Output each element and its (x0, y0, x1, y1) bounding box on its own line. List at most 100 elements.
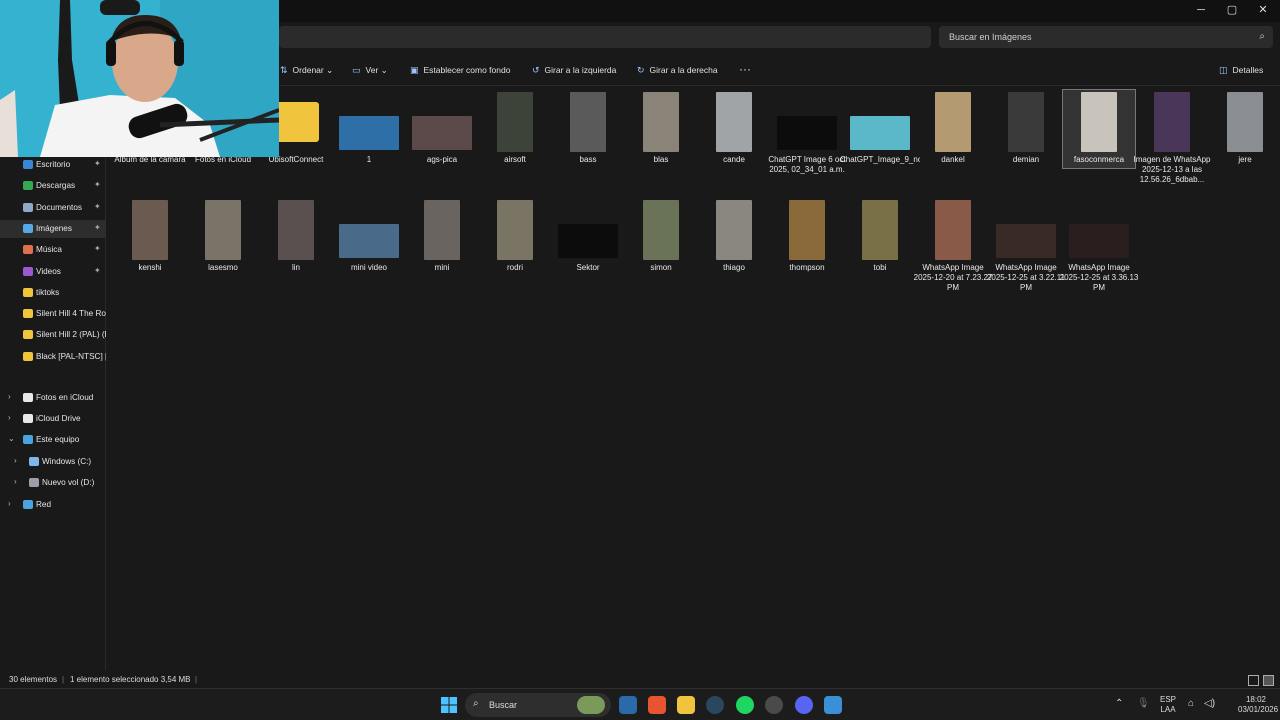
details-view-button[interactable] (1248, 675, 1259, 686)
tree-item-4[interactable]: › Nuevo vol (D:) (0, 474, 106, 492)
show-hidden-icons-button[interactable]: ⌃ (1115, 699, 1123, 709)
file-item[interactable]: lasesmo (187, 198, 259, 276)
chevron-icon[interactable]: › (8, 499, 11, 508)
minimize-button[interactable]: ─ (1186, 2, 1216, 18)
file-name: ChatGPT_Image_9_nov_2025_16_39_30 (840, 155, 920, 164)
thumbnail-view-button[interactable] (1263, 675, 1274, 686)
selection-info: 1 elemento seleccionado 3,54 MB (70, 675, 191, 684)
file-item[interactable]: airsoft (479, 90, 551, 168)
image-thumbnail (1081, 92, 1117, 152)
search-input[interactable]: Buscar en Imágenes ⌕ (939, 26, 1273, 48)
more-options-button[interactable]: ··· (739, 62, 751, 76)
file-item[interactable]: 1 (333, 90, 405, 168)
sidebar-item-1[interactable]: Descargas ✦ (0, 177, 106, 195)
file-item[interactable]: Imagen de WhatsApp 2025-12-13 a las 12.5… (1134, 90, 1210, 184)
file-item[interactable]: cande (698, 90, 770, 168)
chevron-icon[interactable]: › (14, 477, 17, 486)
task-view-icon[interactable] (619, 696, 637, 714)
taskbar-search[interactable]: ⌕ Buscar (465, 693, 611, 717)
address-bar[interactable] (279, 26, 931, 48)
sidebar-item-8[interactable]: Silent Hill 2 (PAL) (E (0, 326, 106, 344)
network-icon (23, 500, 33, 509)
tree-item-2[interactable]: ⌄ Este equipo (0, 431, 106, 449)
file-item[interactable]: thiago (698, 198, 770, 276)
search-icon: ⌕ (1259, 31, 1265, 42)
sidebar-item-2[interactable]: Documentos ✦ (0, 199, 106, 217)
file-item[interactable]: WhatsApp Image 2025-12-25 at 3.22.11 PM (987, 198, 1065, 292)
volume-icon[interactable]: ◁) (1204, 699, 1215, 709)
file-item[interactable]: ChatGPT Image 6 oct 2025, 02_34_01 a.m. (768, 90, 846, 174)
discord-icon[interactable] (795, 696, 813, 714)
sidebar-item-7[interactable]: Silent Hill 4 The Ro (0, 305, 106, 323)
sidebar-item-9[interactable]: Black [PAL-NTSC] [ (0, 348, 106, 366)
tree-item-1[interactable]: › iCloud Drive (0, 410, 106, 428)
rotate-left-button[interactable]: ↺ Girar a la izquierda (532, 65, 616, 76)
spotify-icon[interactable] (736, 696, 754, 714)
sidebar-item-label: Imágenes (36, 223, 72, 233)
file-item[interactable]: ags-pica (406, 90, 478, 168)
file-item[interactable]: thompson (771, 198, 843, 276)
chevron-icon[interactable]: › (8, 413, 11, 422)
search-highlight-icon (577, 696, 605, 714)
sidebar-item-5[interactable]: Videos ✦ (0, 263, 106, 281)
file-item[interactable]: lin (260, 198, 332, 276)
sidebar-item-4[interactable]: Música ✦ (0, 241, 106, 259)
steam-icon[interactable] (706, 696, 724, 714)
file-item[interactable]: Sektor (552, 198, 624, 276)
sort-button[interactable]: ⇅ Ordenar ⌄ (280, 65, 333, 76)
image-thumbnail (850, 116, 910, 150)
file-explorer-icon[interactable] (677, 696, 695, 714)
file-item[interactable]: rodri (479, 198, 551, 276)
view-button[interactable]: ▭ Ver ⌄ (352, 65, 388, 76)
chevron-icon[interactable]: › (8, 392, 11, 401)
file-item[interactable]: simon (625, 198, 697, 276)
tree-item-label: Nuevo vol (D:) (42, 478, 95, 487)
sidebar-item-3[interactable]: Imágenes ✦ (0, 219, 106, 238)
notepad-icon[interactable] (824, 696, 842, 714)
tree-item-5[interactable]: › Red (0, 496, 106, 514)
tree-item-3[interactable]: › Windows (C:) (0, 453, 106, 471)
brave-icon[interactable] (648, 696, 666, 714)
file-name: kenshi (138, 263, 162, 272)
details-button[interactable]: ◫ Detalles (1219, 65, 1263, 76)
set-background-button[interactable]: ▣ Establecer como fondo (410, 65, 510, 76)
maximize-button[interactable]: ▢ (1217, 2, 1247, 18)
file-item[interactable]: bass (552, 90, 624, 168)
tree-item-0[interactable]: › Fotos en iCloud (0, 389, 106, 407)
set-background-label: Establecer como fondo (423, 65, 511, 75)
image-thumbnail (935, 92, 971, 152)
file-item[interactable]: tobi (844, 198, 916, 276)
file-item[interactable]: jere (1209, 90, 1280, 168)
sidebar-item-0[interactable]: Escritorio ✦ (0, 156, 106, 174)
item-count: 30 elementos (9, 675, 58, 684)
start-button[interactable] (440, 696, 458, 714)
network-icon[interactable]: ⌂ (1188, 699, 1194, 709)
file-item[interactable]: ChatGPT_Image_9_nov_2025_16_39_30 (840, 90, 920, 168)
download-icon (23, 181, 33, 191)
taskbar: ⌕ Buscar ⌃ 🎙 ESP LAA ⌂ ◁) 18:02 03/01/20… (0, 688, 1280, 720)
tree-item-label: Red (36, 500, 52, 509)
file-item[interactable]: WhatsApp Image 2025-12-25 at 3.36.13 PM (1060, 198, 1138, 292)
file-name: WhatsApp Image 2025-12-20 at 7.23.27 PM (913, 263, 993, 292)
file-item[interactable]: demian (990, 90, 1062, 168)
microphone-icon[interactable]: 🎙 (1137, 699, 1150, 709)
file-item[interactable]: fasoconmerca (1062, 89, 1136, 169)
file-item[interactable]: dankel (917, 90, 989, 168)
sidebar-item-6[interactable]: tiktoks (0, 284, 106, 302)
file-item[interactable]: kenshi (114, 198, 186, 276)
file-item[interactable]: mini video (333, 198, 405, 276)
file-item[interactable]: WhatsApp Image 2025-12-20 at 7.23.27 PM (914, 198, 992, 292)
language-indicator[interactable]: ESP LAA (1158, 695, 1178, 715)
chrome-icon[interactable] (765, 696, 783, 714)
file-item[interactable]: blas (625, 90, 697, 168)
chevron-icon[interactable]: ⌄ (8, 434, 15, 443)
file-name: cande (723, 155, 745, 164)
image-thumbnail (1069, 224, 1129, 258)
chevron-icon[interactable]: › (14, 456, 17, 465)
status-divider: | (62, 675, 65, 684)
close-button[interactable]: ✕ (1248, 2, 1278, 18)
rotate-right-button[interactable]: ↻ Girar a la derecha (637, 65, 718, 76)
rotate-right-icon: ↻ (637, 65, 645, 75)
file-item[interactable]: mini (406, 198, 478, 276)
clock[interactable]: 18:02 03/01/2026 (1238, 695, 1278, 715)
